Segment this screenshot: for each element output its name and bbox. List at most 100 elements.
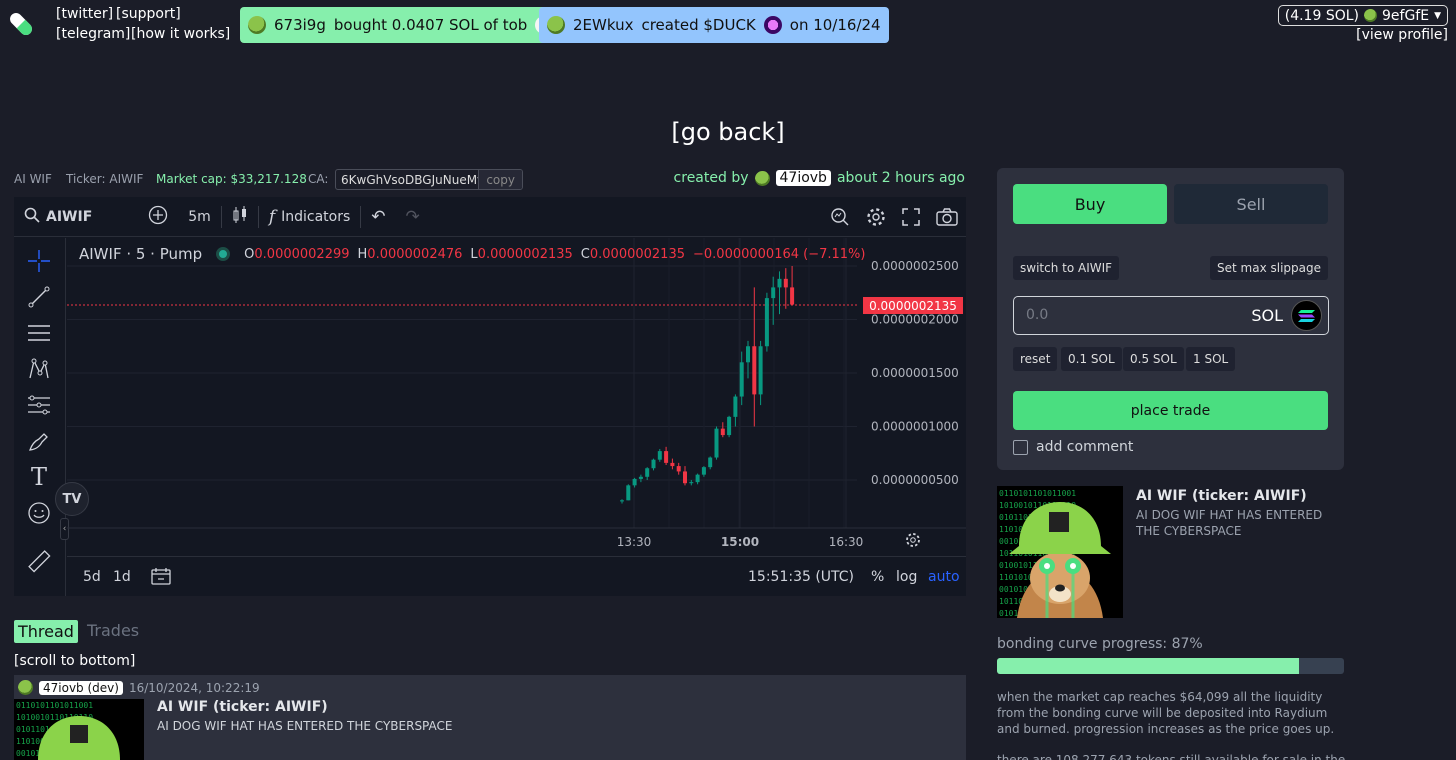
quick-search-icon[interactable] bbox=[822, 197, 858, 237]
wallet-balance: (4.19 SOL) bbox=[1284, 7, 1359, 24]
post-body: AI DOG WIF HAT HAS ENTERED THE CYBERSPAC… bbox=[157, 719, 453, 733]
x-tick-label: 13:30 bbox=[617, 535, 652, 549]
contract-address[interactable]: 6KwGhVsoDBGJuNueMv bbox=[336, 170, 478, 189]
reset-button[interactable]: reset bbox=[1013, 347, 1058, 371]
view-profile-link[interactable]: [view profile] bbox=[1356, 27, 1448, 43]
candle-body bbox=[683, 471, 687, 484]
legend-h-label: H bbox=[357, 246, 368, 262]
chart-bottom-bar: 5d 1d 15:51:35 (UTC) % log auto bbox=[67, 556, 966, 596]
post-image: 0110101101011001101001011011011001011010… bbox=[14, 699, 144, 760]
indicators-button[interactable]: f Indicators bbox=[259, 197, 360, 237]
legend-low: 0.0000002135 bbox=[477, 246, 573, 262]
candle-body bbox=[746, 346, 750, 363]
fib-icon[interactable] bbox=[26, 392, 52, 418]
candle-body bbox=[764, 298, 769, 347]
candle-body bbox=[733, 396, 738, 417]
post-header: 47iovb (dev) 16/10/2024, 10:22:19 bbox=[18, 680, 260, 695]
market-cap: Market cap: $33,217.128 bbox=[156, 172, 307, 186]
add-comment-checkbox[interactable] bbox=[1013, 439, 1028, 455]
drawing-toolbar: T ‹ bbox=[14, 238, 69, 596]
fullscreen-icon[interactable] bbox=[894, 197, 928, 237]
support-link[interactable]: [support] bbox=[116, 6, 181, 22]
created-by-label: created by bbox=[673, 170, 749, 186]
pill-logo-icon[interactable] bbox=[8, 10, 34, 38]
ticker-user: 673i9g bbox=[274, 16, 326, 34]
symbol-search[interactable]: AIWIF bbox=[14, 197, 102, 237]
redo-icon[interactable]: ↷ bbox=[396, 197, 430, 237]
quick-0-5-sol-button[interactable]: 0.5 SOL bbox=[1123, 347, 1184, 371]
creator-link[interactable]: 47iovb bbox=[775, 170, 831, 186]
ticker-text: created $DUCK bbox=[641, 16, 756, 34]
add-comment-row[interactable]: add comment bbox=[1013, 439, 1133, 455]
y-tick-label: 0.0000001000 bbox=[871, 420, 959, 434]
created-by: created by 47iovb about 2 hours ago bbox=[674, 170, 965, 186]
bonding-curve-progress bbox=[997, 658, 1344, 674]
max-slippage-button[interactable]: Set max slippage bbox=[1210, 256, 1328, 280]
candlestick-chart[interactable]: 0.0000002500 0.0000002000 0.0000001500 0.00… bbox=[67, 238, 966, 556]
y-tick-label: 0.0000000500 bbox=[871, 473, 959, 487]
place-trade-button[interactable]: place trade bbox=[1013, 391, 1328, 430]
symbol-name: AIWIF bbox=[46, 208, 93, 225]
tradingview-logo-icon[interactable]: TV bbox=[55, 482, 89, 516]
amount-input[interactable] bbox=[1026, 307, 1226, 323]
token-name: AI WIF bbox=[14, 172, 52, 186]
tab-thread[interactable]: Thread bbox=[14, 620, 78, 643]
emoji-icon[interactable] bbox=[26, 500, 52, 526]
candle-body bbox=[739, 362, 744, 397]
post-user-link[interactable]: 47iovb (dev) bbox=[39, 680, 123, 695]
scroll-to-bottom-link[interactable]: [scroll to bottom] bbox=[14, 653, 135, 669]
log-toggle[interactable]: log bbox=[896, 569, 917, 585]
telegram-link[interactable]: [telegram] bbox=[56, 26, 130, 42]
how-it-works-link[interactable]: [how it works] bbox=[131, 26, 230, 42]
twitter-link[interactable]: [twitter] bbox=[56, 6, 113, 22]
pattern-icon[interactable] bbox=[26, 356, 52, 382]
range-5d[interactable]: 5d bbox=[83, 569, 101, 585]
chart-type-button[interactable] bbox=[222, 197, 258, 237]
candle-body bbox=[632, 478, 637, 486]
date-range-icon[interactable] bbox=[151, 567, 171, 589]
go-back-link[interactable]: [go back] bbox=[0, 118, 1456, 146]
ticker-user: 2EWkux bbox=[573, 16, 634, 34]
currency-label: SOL bbox=[1251, 306, 1283, 325]
svg-text:0110101101011001: 0110101101011001 bbox=[16, 701, 93, 710]
clock-time[interactable]: 15:51:35 (UTC) bbox=[748, 569, 854, 585]
ca-label: CA: bbox=[308, 172, 329, 186]
indicators-label: Indicators bbox=[281, 208, 351, 225]
candle-body bbox=[626, 485, 631, 501]
undo-icon[interactable]: ↶ bbox=[361, 197, 395, 237]
compare-button[interactable] bbox=[138, 197, 178, 237]
quick-0-1-sol-button[interactable]: 0.1 SOL bbox=[1061, 347, 1122, 371]
tab-trades[interactable]: Trades bbox=[87, 621, 139, 640]
user-avatar bbox=[547, 16, 565, 34]
interval-button[interactable]: 5m bbox=[178, 197, 221, 237]
candle-body bbox=[771, 287, 776, 299]
switch-token-button[interactable]: switch to AIWIF bbox=[1013, 256, 1120, 280]
function-icon: f bbox=[268, 206, 276, 227]
camera-icon[interactable] bbox=[928, 197, 966, 237]
auto-toggle[interactable]: auto bbox=[928, 569, 960, 585]
chart-settings-icon[interactable] bbox=[905, 532, 921, 552]
text-tool-icon[interactable]: T bbox=[26, 463, 52, 491]
gear-icon[interactable] bbox=[858, 197, 894, 237]
buy-tab[interactable]: Buy bbox=[1013, 184, 1167, 224]
trend-line-icon[interactable] bbox=[26, 284, 52, 310]
sell-tab[interactable]: Sell bbox=[1174, 184, 1328, 224]
candle-body bbox=[752, 346, 757, 395]
percent-toggle[interactable]: % bbox=[871, 569, 884, 585]
legend-open: 0.0000002299 bbox=[254, 246, 350, 262]
brush-icon[interactable] bbox=[26, 428, 52, 454]
wallet-dropdown[interactable]: (4.19 SOL) 9efGfE ▼ bbox=[1277, 5, 1448, 26]
horizontal-lines-icon[interactable] bbox=[26, 320, 52, 346]
ticker-buy[interactable]: 673i9g bought 0.0407 SOL of tob bbox=[240, 7, 562, 43]
range-1d[interactable]: 1d bbox=[113, 569, 131, 585]
ticker-create[interactable]: 2EWkux created $DUCK on 10/16/24 bbox=[539, 7, 889, 43]
crosshair-icon[interactable] bbox=[26, 248, 52, 274]
candle-body bbox=[620, 500, 624, 502]
quick-1-sol-button[interactable]: 1 SOL bbox=[1186, 347, 1236, 371]
ruler-icon[interactable] bbox=[26, 548, 52, 574]
candle-body bbox=[645, 468, 650, 477]
chart-toolbar: AIWIF 5m f Indicators ↶ ↷ bbox=[14, 197, 966, 237]
copy-button[interactable]: copy bbox=[478, 170, 522, 189]
y-tick-label: 0.0000002000 bbox=[871, 313, 959, 327]
market-status-icon bbox=[216, 247, 231, 261]
